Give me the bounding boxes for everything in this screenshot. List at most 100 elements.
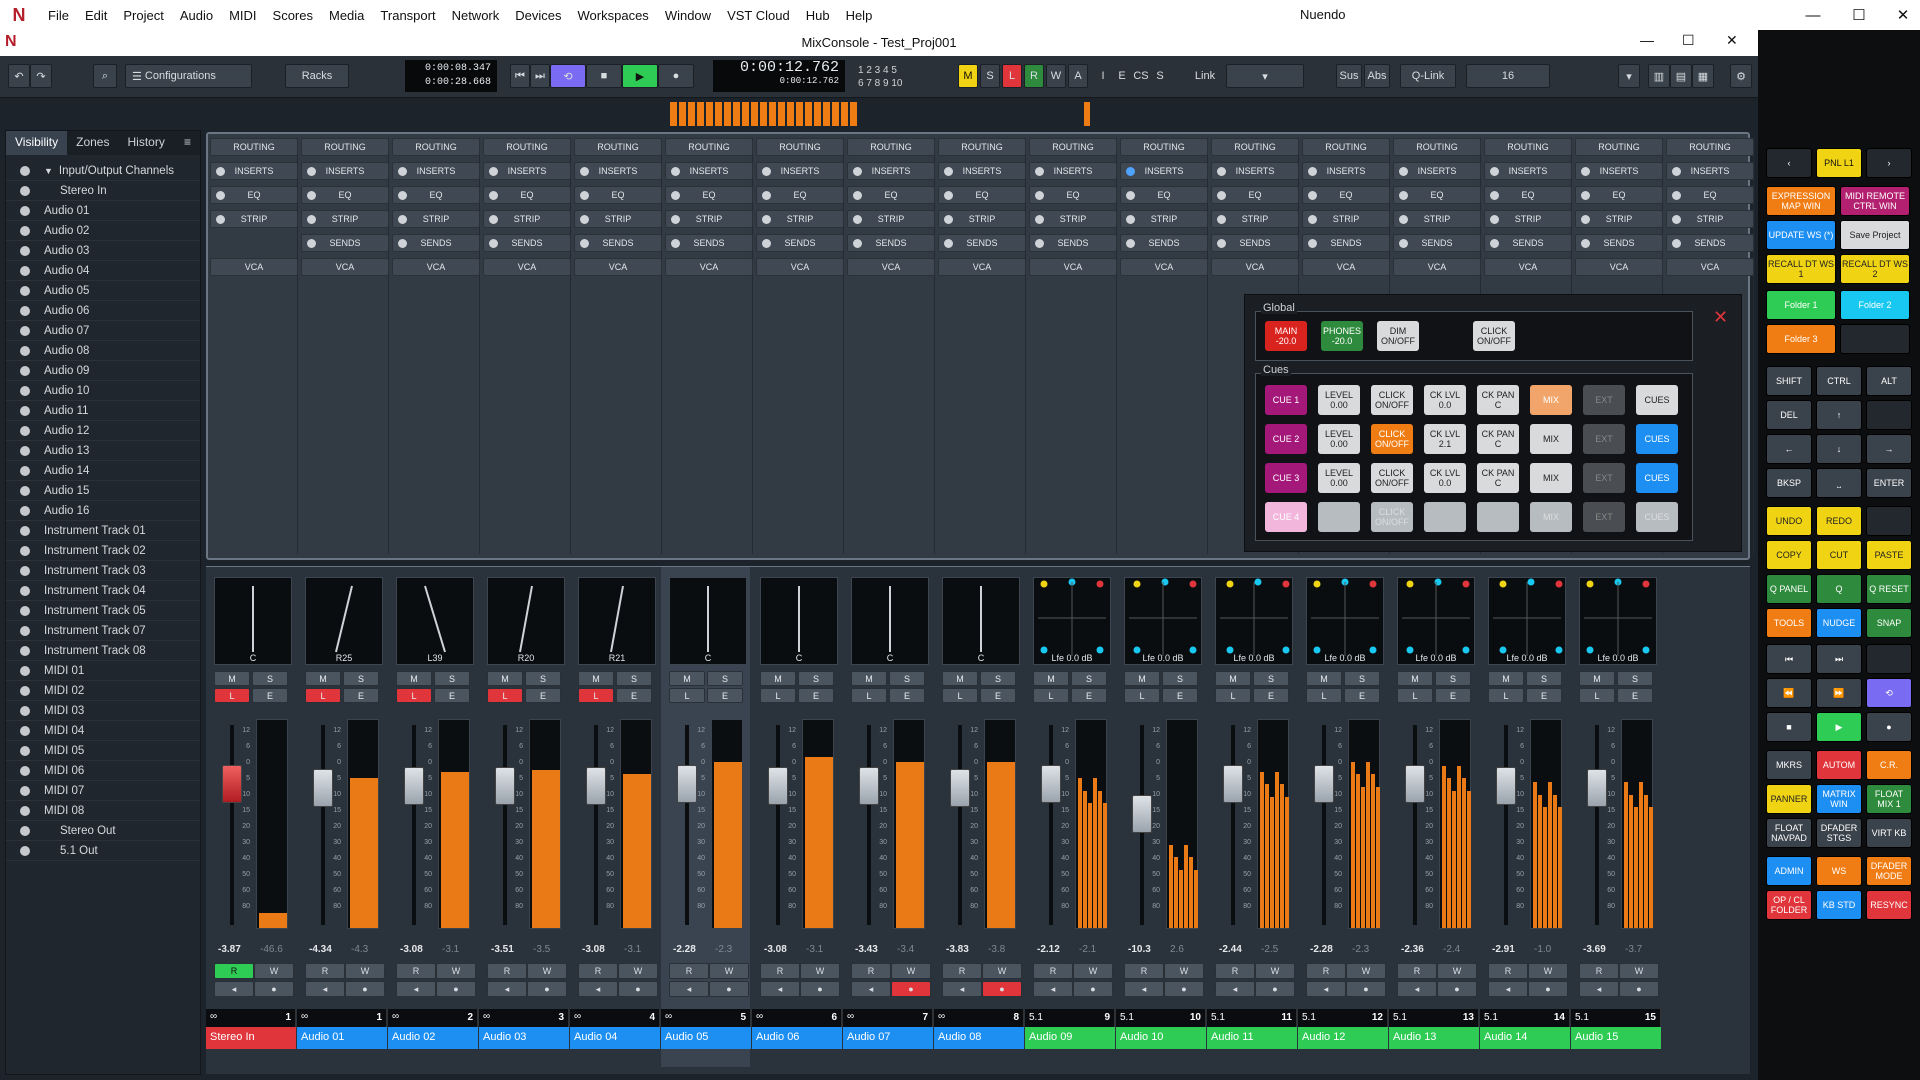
rack-eq-button[interactable]: EQ bbox=[1211, 186, 1299, 204]
rack-eq-button[interactable]: EQ bbox=[1120, 186, 1208, 204]
visibility-toggle-dot[interactable] bbox=[20, 785, 30, 796]
rack-power-dot[interactable] bbox=[1308, 167, 1317, 176]
visibility-item[interactable]: Audio 01 bbox=[6, 201, 200, 221]
rack-inserts-button[interactable]: INSERTS bbox=[1666, 162, 1754, 180]
fader-handle[interactable] bbox=[586, 767, 606, 805]
cue-3-button-cue-3[interactable]: CUE 3 bbox=[1265, 463, 1307, 493]
visibility-toggle-dot[interactable] bbox=[20, 325, 30, 336]
monitor-icon[interactable]: ◂ bbox=[214, 981, 254, 997]
write-automation-button[interactable]: W bbox=[1346, 963, 1386, 979]
rack-power-dot[interactable] bbox=[1581, 191, 1590, 200]
remote-button-blank[interactable] bbox=[1866, 400, 1912, 430]
visibility-toggle-dot[interactable] bbox=[20, 705, 30, 716]
menu-edit[interactable]: Edit bbox=[77, 8, 115, 23]
remote-button-resync[interactable]: RESYNC bbox=[1866, 890, 1912, 920]
monitor-icon[interactable]: ◂ bbox=[1488, 981, 1528, 997]
channel-l-button[interactable]: L bbox=[851, 688, 887, 703]
channel-l-button[interactable]: L bbox=[305, 688, 341, 703]
remote-prev-page-icon[interactable]: ‹ bbox=[1766, 148, 1812, 178]
panner-display[interactable]: Lfe 0.0 dB bbox=[1033, 577, 1111, 665]
visibility-toggle-dot[interactable] bbox=[20, 385, 30, 396]
channel-name[interactable]: Stereo In bbox=[206, 1027, 296, 1049]
record-enable-icon[interactable]: ● bbox=[1619, 981, 1659, 997]
fader-handle[interactable] bbox=[768, 767, 788, 805]
peak-value[interactable]: -2.3 bbox=[1352, 944, 1369, 955]
rack-strip-button[interactable]: STRIP bbox=[847, 210, 935, 228]
rack-power-dot[interactable] bbox=[1581, 215, 1590, 224]
peak-value[interactable]: 2.6 bbox=[1170, 944, 1184, 955]
panner-display[interactable]: Lfe 0.0 dB bbox=[1579, 577, 1657, 665]
remote-button--[interactable]: ⟲ bbox=[1866, 678, 1912, 708]
collapse-triangle-icon[interactable]: ▼ bbox=[44, 166, 53, 176]
global-l-button[interactable]: L bbox=[1002, 64, 1022, 88]
rack-power-dot[interactable] bbox=[853, 191, 862, 200]
remote-button--[interactable]: ⏭ bbox=[1816, 644, 1862, 674]
rack-routing-button[interactable]: ROUTING bbox=[1029, 138, 1117, 156]
layout-top-icon[interactable]: ▤ bbox=[1670, 64, 1692, 88]
peak-value[interactable]: -2.1 bbox=[1079, 944, 1096, 955]
rack-power-dot[interactable] bbox=[1217, 191, 1226, 200]
volume-value[interactable]: -3.43 bbox=[855, 944, 878, 955]
channel-e-button[interactable]: E bbox=[525, 688, 561, 703]
redo-icon[interactable]: ↷ bbox=[30, 64, 52, 88]
channel-e-button[interactable]: E bbox=[1344, 688, 1380, 703]
volume-value[interactable]: -4.34 bbox=[309, 944, 332, 955]
rack-strip-button[interactable]: STRIP bbox=[1302, 210, 1390, 228]
channel-name[interactable]: Audio 12 bbox=[1298, 1027, 1388, 1049]
remote-button-ws[interactable]: WS bbox=[1816, 856, 1862, 886]
read-automation-button[interactable]: R bbox=[578, 963, 618, 979]
rack-power-dot[interactable] bbox=[671, 239, 680, 248]
visibility-toggle-dot[interactable] bbox=[20, 565, 30, 576]
channel-l-button[interactable]: L bbox=[487, 688, 523, 703]
cue-4-button-click[interactable]: CLICK ON/OFF bbox=[1371, 502, 1413, 532]
volume-value[interactable]: -2.12 bbox=[1037, 944, 1060, 955]
fader-handle[interactable] bbox=[222, 765, 242, 803]
channel-name[interactable]: Audio 04 bbox=[570, 1027, 660, 1049]
peak-value[interactable]: -3.4 bbox=[897, 944, 914, 955]
remote-button-op-cl-folder[interactable]: OP / CL FOLDER bbox=[1766, 890, 1812, 920]
peak-value[interactable]: -3.5 bbox=[533, 944, 550, 955]
remote-button-alt[interactable]: ALT bbox=[1866, 366, 1912, 396]
cue-1-button-click[interactable]: CLICK ON/OFF bbox=[1371, 385, 1413, 415]
rack-power-dot[interactable] bbox=[1217, 167, 1226, 176]
remote-button-shift[interactable]: SHIFT bbox=[1766, 366, 1812, 396]
volume-value[interactable]: -2.28 bbox=[1310, 944, 1333, 955]
peak-value[interactable]: -2.3 bbox=[715, 944, 732, 955]
rack-vca-button[interactable]: VCA bbox=[847, 258, 935, 276]
panner-display[interactable]: Lfe 0.0 dB bbox=[1306, 577, 1384, 665]
rack-power-dot[interactable] bbox=[307, 167, 316, 176]
channel-e-button[interactable]: E bbox=[1071, 688, 1107, 703]
volume-value[interactable]: -3.08 bbox=[582, 944, 605, 955]
rack-eq-button[interactable]: EQ bbox=[483, 186, 571, 204]
visibility-item[interactable]: MIDI 06 bbox=[6, 761, 200, 781]
rack-sends-button[interactable]: SENDS bbox=[938, 234, 1026, 252]
channel-s-button[interactable]: S bbox=[1071, 671, 1107, 686]
visibility-toggle-dot[interactable] bbox=[20, 625, 30, 636]
rack-eq-button[interactable]: EQ bbox=[301, 186, 389, 204]
menu-transport[interactable]: Transport bbox=[372, 8, 443, 23]
rack-vca-button[interactable]: VCA bbox=[392, 258, 480, 276]
fader-handle[interactable] bbox=[677, 765, 697, 803]
write-automation-button[interactable]: W bbox=[436, 963, 476, 979]
visibility-toggle-dot[interactable] bbox=[20, 445, 30, 456]
rack-power-dot[interactable] bbox=[1399, 239, 1408, 248]
remote-button--[interactable]: ■ bbox=[1766, 712, 1812, 742]
rack-power-dot[interactable] bbox=[216, 167, 225, 176]
write-automation-button[interactable]: W bbox=[1073, 963, 1113, 979]
channel-s-button[interactable]: S bbox=[889, 671, 925, 686]
record-enable-icon[interactable]: ● bbox=[709, 981, 749, 997]
rack-power-dot[interactable] bbox=[1672, 191, 1681, 200]
rack-routing-button[interactable]: ROUTING bbox=[938, 138, 1026, 156]
menu-devices[interactable]: Devices bbox=[507, 8, 569, 23]
goto-start-button[interactable]: ⏮ bbox=[510, 64, 530, 88]
visibility-toggle-dot[interactable] bbox=[20, 285, 30, 296]
visibility-item[interactable]: Instrument Track 05 bbox=[6, 601, 200, 621]
cue-4-button-ext[interactable]: EXT bbox=[1583, 502, 1625, 532]
remote-button-undo[interactable]: UNDO bbox=[1766, 506, 1812, 536]
read-automation-button[interactable]: R bbox=[396, 963, 436, 979]
volume-value[interactable]: -3.69 bbox=[1583, 944, 1606, 955]
rack-strip-button[interactable]: STRIP bbox=[1484, 210, 1572, 228]
channel-m-button[interactable]: M bbox=[942, 671, 978, 686]
rack-strip-button[interactable]: STRIP bbox=[1029, 210, 1117, 228]
record-enable-icon[interactable]: ● bbox=[618, 981, 658, 997]
